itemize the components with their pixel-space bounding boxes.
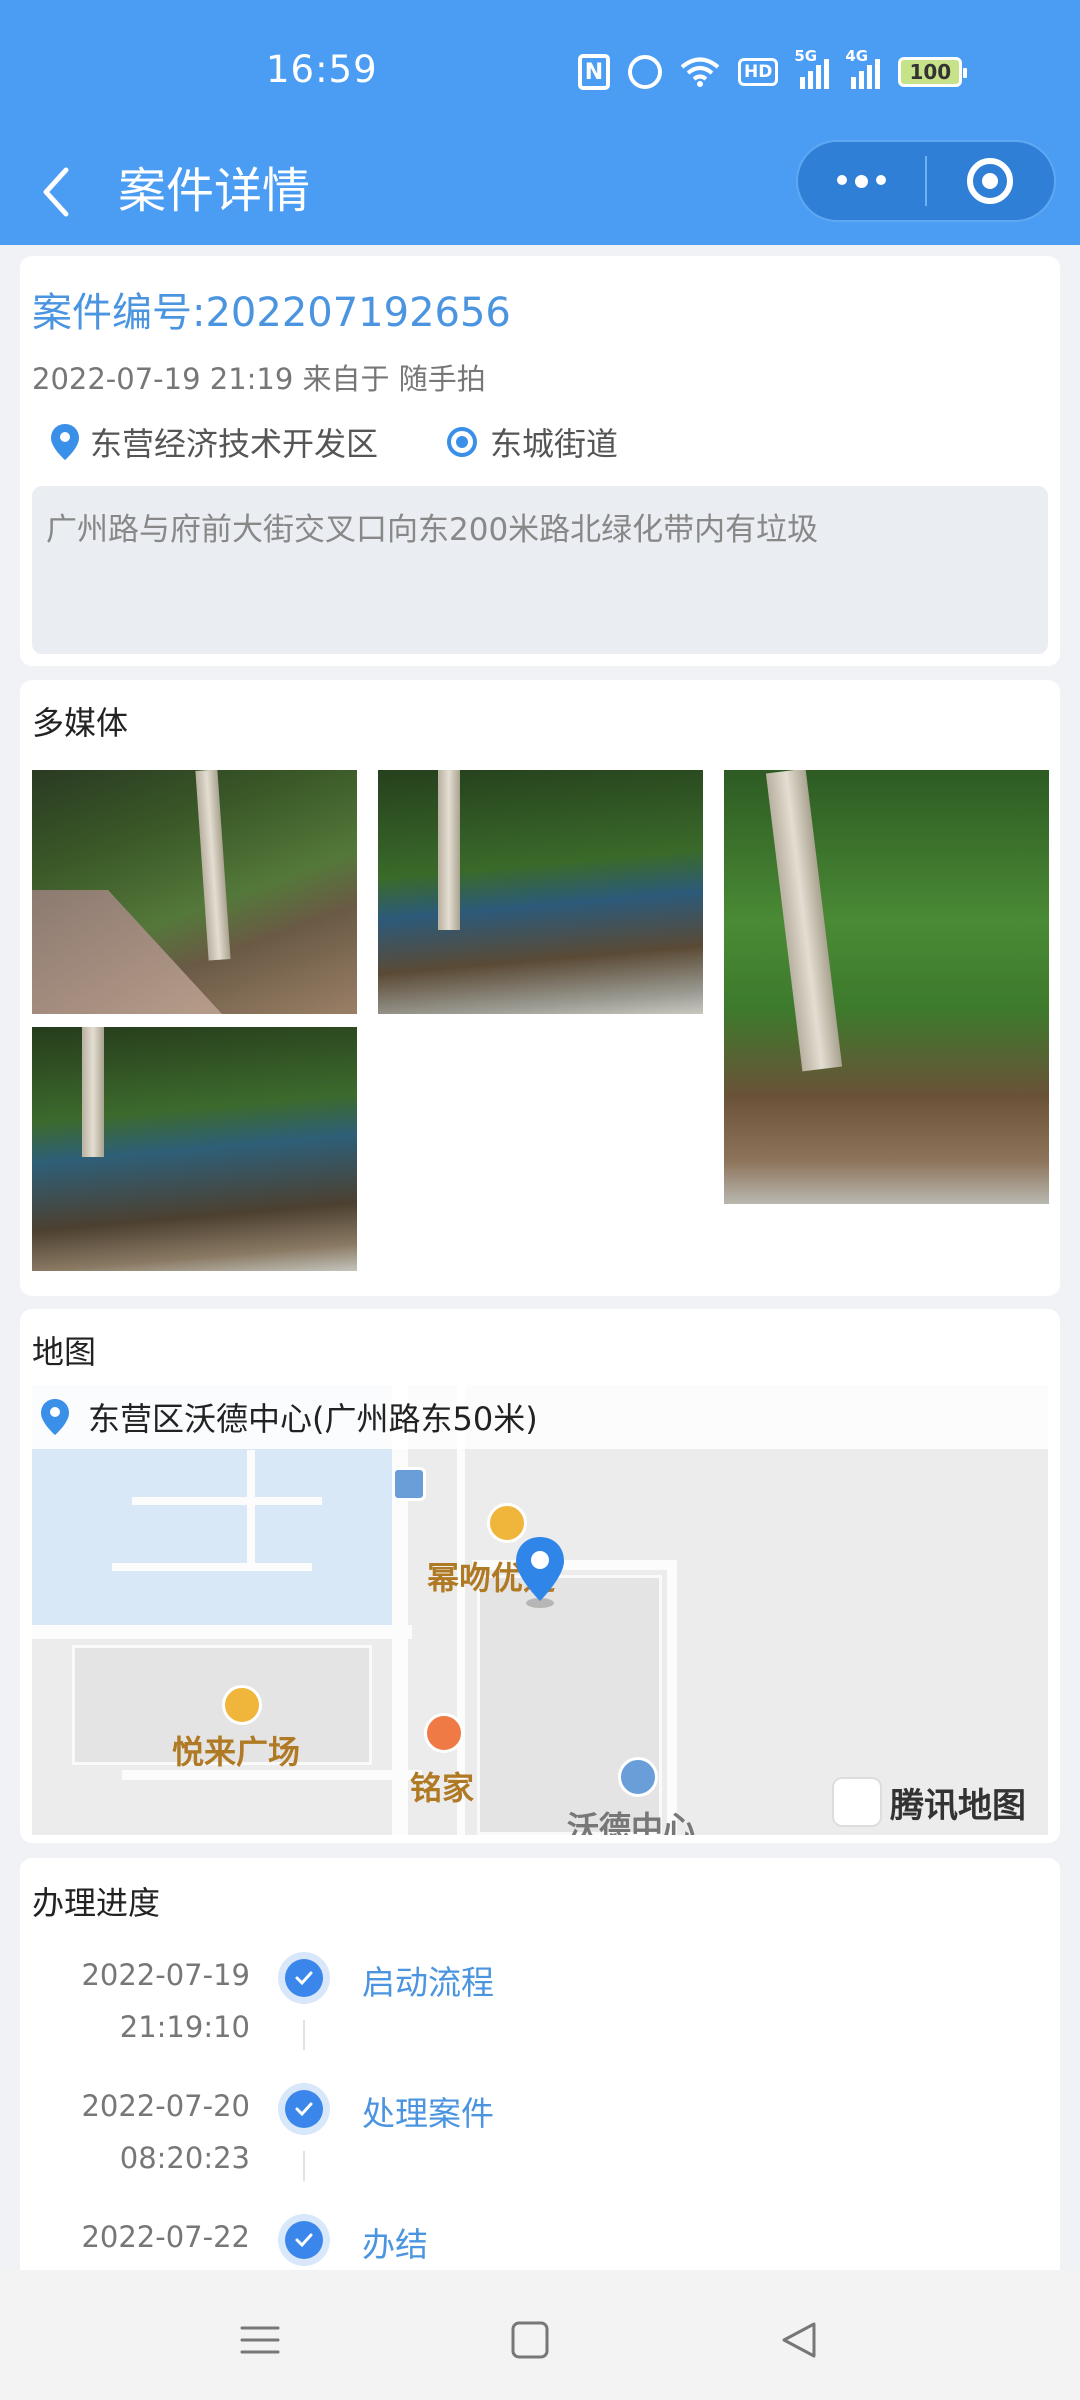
compass-icon [832,1777,882,1827]
street-tag: 东城街道 [444,419,618,465]
media-photo[interactable] [378,770,703,1014]
case-description: 广州路与府前大街交叉口向东200米路北绿化带内有垃圾 [32,486,1048,654]
home-button[interactable] [500,2310,560,2370]
case-meta: 2022-07-19 21:19 来自于 随手拍 [32,362,486,396]
step-time: 08:20:23 [119,2141,250,2175]
system-navigation-bar [0,2270,1080,2400]
map-view[interactable]: 幂吻优选 悦来广场 铭家 沃德中心 东营区沃德中心(广州路东50米) 腾讯地图 [32,1385,1048,1835]
step-date: 2022-07-19 [81,1958,250,1992]
back-nav-button[interactable] [770,2310,830,2370]
location-marker-icon [516,1537,564,1608]
media-photo[interactable] [32,1027,357,1271]
map-section-title: 地图 [32,1333,97,1371]
hd-icon: HD [738,58,779,86]
wifi-icon [680,56,720,88]
status-icons: N HD 5G 4G 100 [578,47,968,94]
header: 16:59 N HD 5G 4G 100 案件详情 [0,0,1080,245]
nfc-icon: N [578,54,610,90]
case-info-card: 案件编号:202207192656 2022-07-19 21:19 来自于 随… [20,256,1060,666]
district-label: 东营经济技术开发区 [90,425,379,463]
more-button[interactable] [798,142,925,220]
building-poi-icon [618,1757,658,1797]
step-date: 2022-07-20 [81,2089,250,2123]
battery-icon: 100 [898,57,968,87]
close-miniprogram-button[interactable] [927,142,1054,220]
alarm-icon [628,55,662,89]
progress-card: 办理进度 2022-07-19 21:19:10 启动流程 2022-07-20… [20,1858,1060,2278]
district-tag: 东营经济技术开发区 [50,419,378,465]
map-label-poi: 铭家 [410,1769,475,1807]
step-time: 21:19:10 [119,2010,250,2044]
media-photo[interactable] [32,770,357,1014]
step-name: 处理案件 [362,2094,494,2133]
chevron-left-icon [43,167,69,217]
media-section-title: 多媒体 [32,704,129,742]
map-card: 地图 幂吻优选 悦来广场 铭家 沃德中心 东营区沃德中心(广州路东50米) 腾讯… [20,1309,1060,1843]
step-check-icon [278,1952,330,2004]
map-pin-icon [41,1399,69,1435]
back-button[interactable] [36,162,86,222]
progress-section-title: 办理进度 [32,1884,161,1922]
map-pin-icon [51,424,79,460]
status-bar: 16:59 N HD 5G 4G 100 [0,0,1080,140]
step-name: 启动流程 [362,1963,494,2002]
map-address-bar: 东营区沃德中心(广州路东50米) [32,1385,1048,1449]
mall-poi-icon [222,1685,262,1725]
step-date: 2022-07-22 [81,2220,250,2254]
media-photo[interactable] [724,770,1049,1204]
locate-icon [447,427,478,457]
location-row: 东营经济技术开发区 东城街道 [50,419,684,465]
step-name: 办结 [362,2225,428,2264]
navigation-bar: 案件详情 [0,140,1080,245]
triangle-back-icon [782,2322,816,2358]
case-number: 案件编号:202207192656 [32,290,511,336]
step-check-icon [278,2214,330,2266]
page-title: 案件详情 [118,163,311,219]
home-icon [511,2321,549,2359]
map-brand-label: 腾讯地图 [890,1785,1026,1826]
map-brand: 腾讯地图 [832,1777,1026,1827]
map-address: 东营区沃德中心(广州路东50米) [88,1400,538,1438]
street-label: 东城街道 [490,425,619,463]
step-check-icon [278,2083,330,2135]
menu-icon [240,2326,280,2354]
more-icon [837,174,886,188]
signal-5g-icon: 5G [794,47,830,89]
status-time: 16:59 [266,48,378,91]
restaurant-poi-icon [424,1713,464,1753]
miniprogram-capsule [796,140,1056,222]
menu-button[interactable] [230,2310,290,2370]
bus-stop-icon [392,1467,426,1501]
target-icon [967,158,1014,204]
signal-4g-icon: 4G [845,47,881,89]
media-card: 多媒体 [20,680,1060,1296]
map-label-poi: 悦来广场 [172,1733,301,1771]
map-label-poi: 沃德中心 [567,1809,696,1835]
